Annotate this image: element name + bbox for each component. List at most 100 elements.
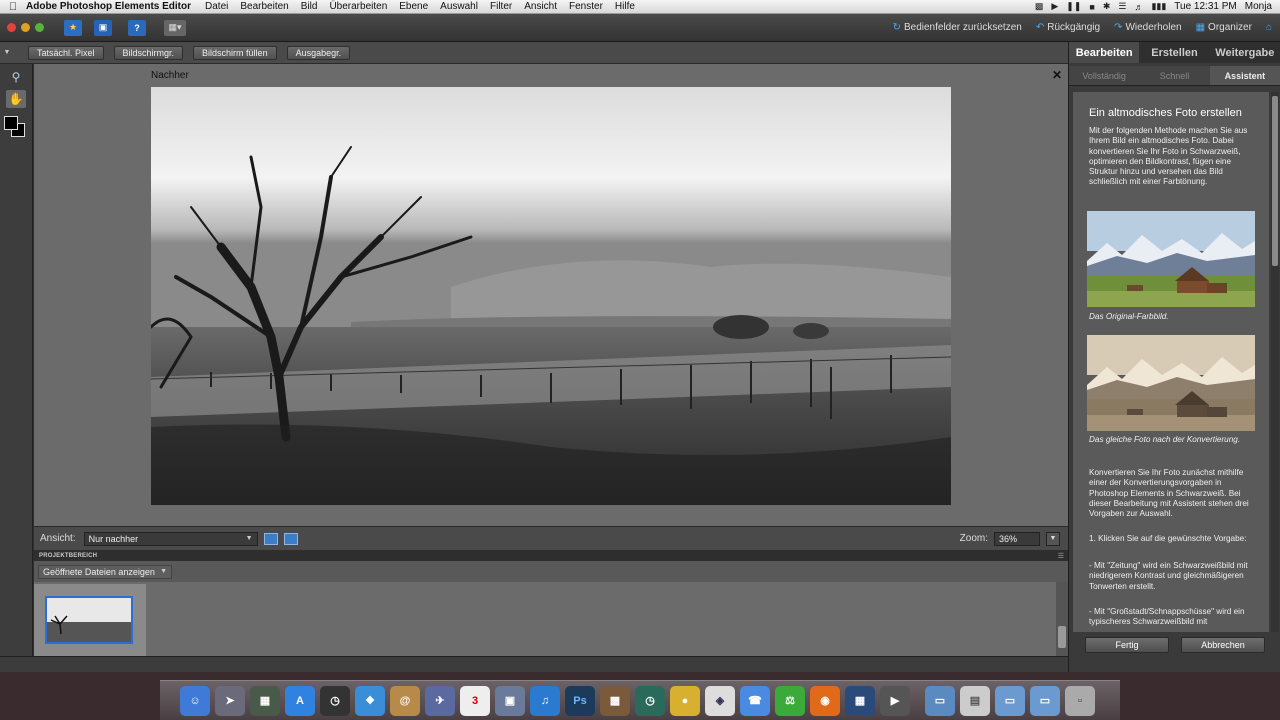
calendar-icon[interactable]: 3 (460, 685, 490, 716)
subtab-assistent[interactable]: Assistent (1209, 66, 1280, 85)
rotate-right-icon[interactable] (283, 532, 298, 545)
project-bin-scrollbar[interactable] (1056, 582, 1068, 656)
menu-fenster[interactable]: Fenster (569, 1, 603, 12)
zoom-tool-icon[interactable]: ⚲ (6, 68, 26, 86)
menu-auswahl[interactable]: Auswahl (440, 1, 478, 12)
menu-bild[interactable]: Bild (301, 1, 318, 12)
thumbnail-cell[interactable] (34, 584, 146, 656)
documents-stack-icon[interactable]: ▤ (960, 685, 990, 716)
facetime-icon[interactable]: ☎ (740, 685, 770, 716)
clapper-icon[interactable]: ▶ (880, 685, 910, 716)
print-size-button[interactable]: Ausgabegr. (286, 45, 351, 60)
iphoto-icon[interactable]: ▩ (600, 685, 630, 716)
menu-ansicht[interactable]: Ansicht (524, 1, 557, 12)
tab-erstellen[interactable]: Erstellen (1139, 42, 1209, 63)
subtab-schnell[interactable]: Schnell (1139, 66, 1209, 85)
zoom-label: Zoom: (959, 533, 988, 544)
preview-icon[interactable]: ▦ (845, 685, 875, 716)
undo-label: Rückgängig (1047, 22, 1101, 33)
trash-icon[interactable]: ▫ (1065, 685, 1095, 716)
cyberduck-icon[interactable]: ● (670, 685, 700, 716)
volume-icon[interactable]: ♬ (1134, 2, 1143, 12)
scrollbar-thumb[interactable] (1058, 626, 1066, 648)
close-document-icon[interactable]: ✕ (1052, 68, 1062, 82)
menu-ueberarbeiten[interactable]: Überarbeiten (329, 1, 387, 12)
subtab-vollstaendig[interactable]: Vollständig (1069, 66, 1139, 85)
safari-icon[interactable]: ❖ (355, 685, 385, 716)
dashboard-gauge-icon[interactable]: ◷ (320, 685, 350, 716)
minimize-window-button[interactable] (21, 23, 30, 32)
pause-icon[interactable]: ❚❚ (1066, 1, 1081, 12)
photos-icon[interactable]: ▣ (495, 685, 525, 716)
options-dropdown-icon[interactable]: ▼ (0, 49, 14, 56)
apple-icon[interactable]:  (0, 1, 26, 13)
help-icon[interactable]: ? (128, 19, 146, 36)
layout-icon[interactable]: ▦▾ (164, 19, 186, 36)
reset-panels-button[interactable]: ↻ Bedienfelder zurücksetzen (893, 22, 1022, 33)
menu-ebene[interactable]: Ebene (399, 1, 428, 12)
project-bin-title: PROJEKTBEREICH (39, 552, 98, 559)
cancel-button[interactable]: Abbrechen (1181, 637, 1265, 653)
original-color-image (1087, 211, 1255, 307)
view-select[interactable]: Nur nachher ▼ (83, 531, 258, 546)
finder-icon[interactable]: ☺ (180, 685, 210, 716)
organizer-icon: ▦ (1195, 22, 1206, 33)
wifi-icon[interactable]: ☰ (1118, 1, 1126, 12)
itunes-icon[interactable]: ♫ (530, 685, 560, 716)
project-filter-select[interactable]: Geöffnete Dateien anzeigen ▼ (38, 564, 172, 579)
menu-filter[interactable]: Filter (490, 1, 512, 12)
bw-landscape-image (151, 87, 951, 505)
tab-weitergabe[interactable]: Weitergabe (1210, 42, 1280, 63)
guide-bullet-1: - Mit "Zeitung" wird ein Schwarzweißbild… (1089, 561, 1248, 591)
stop-icon[interactable]: ■ (1089, 2, 1094, 12)
downloads-folder-icon[interactable]: ▭ (995, 685, 1025, 716)
contacts-icon[interactable]: @ (390, 685, 420, 716)
zoom-input[interactable]: 36% (994, 531, 1040, 546)
document-label: Nachher (151, 70, 189, 81)
photoshop-icon[interactable]: Ps (565, 685, 595, 716)
foreground-color-swatch[interactable] (4, 116, 18, 130)
save-icon[interactable]: ▣ (94, 19, 112, 36)
menu-bearbeiten[interactable]: Bearbeiten (240, 1, 288, 12)
potion-icon[interactable]: ⚖ (775, 685, 805, 716)
bluetooth-icon[interactable]: ✱ (1103, 1, 1111, 12)
panel-menu-icon[interactable]: ☰ (1058, 552, 1064, 560)
fill-screen-button[interactable]: Bildschirm füllen (193, 45, 277, 60)
new-file-icon[interactable]: ★ (64, 19, 82, 36)
fit-screen-button[interactable]: Bildschirmgr. (113, 45, 184, 60)
tab-bearbeiten[interactable]: Bearbeiten (1069, 42, 1140, 63)
panel-scrollbar[interactable] (1271, 92, 1279, 632)
folder-icon[interactable]: ▭ (1030, 685, 1060, 716)
home-icon[interactable]: ⌂ (1266, 22, 1272, 33)
done-button[interactable]: Fertig (1085, 637, 1169, 653)
undo-button[interactable]: ↶ Rückgängig (1036, 22, 1100, 33)
play-icon[interactable]: ▶ (1051, 1, 1058, 12)
document-photo[interactable] (151, 87, 951, 505)
hand-tool-icon[interactable]: ✋ (6, 90, 26, 108)
user-name[interactable]: Monja (1245, 1, 1272, 12)
time-machine-icon[interactable]: ◷ (635, 685, 665, 716)
zoom-dropdown-icon[interactable]: ▼ (1046, 531, 1060, 546)
redo-button[interactable]: ↷ Wiederholen (1114, 22, 1182, 33)
rotate-left-icon[interactable] (263, 532, 278, 545)
actual-pixels-button[interactable]: Tatsächl. Pixel (28, 45, 104, 60)
app-store-icon[interactable]: A (285, 685, 315, 716)
firefox-icon[interactable]: ◉ (810, 685, 840, 716)
zoom-window-button[interactable] (35, 23, 44, 32)
applications-folder-icon[interactable]: ▭ (925, 685, 955, 716)
camera-icon[interactable]: ▩ (1035, 1, 1044, 12)
close-window-button[interactable] (7, 23, 16, 32)
app-name-menu[interactable]: Adobe Photoshop Elements Editor (26, 1, 191, 12)
document-thumbnail[interactable] (45, 596, 133, 644)
launchpad-icon[interactable]: ➤ (215, 685, 245, 716)
scrollbar-thumb[interactable] (1272, 96, 1278, 266)
menu-datei[interactable]: Datei (205, 1, 228, 12)
clock[interactable]: Tue 12:31 PM (1174, 1, 1236, 12)
battery-icon[interactable]: ▮▮▮ (1151, 1, 1166, 12)
options-bar: ▼ Tatsächl. Pixel Bildschirmgr. Bildschi… (0, 42, 1068, 64)
dashboard-icon[interactable]: ▦ (250, 685, 280, 716)
label-print-icon[interactable]: ◈ (705, 685, 735, 716)
mail-icon[interactable]: ✈ (425, 685, 455, 716)
organizer-button[interactable]: ▦ Organizer (1196, 22, 1252, 33)
menu-hilfe[interactable]: Hilfe (615, 1, 635, 12)
